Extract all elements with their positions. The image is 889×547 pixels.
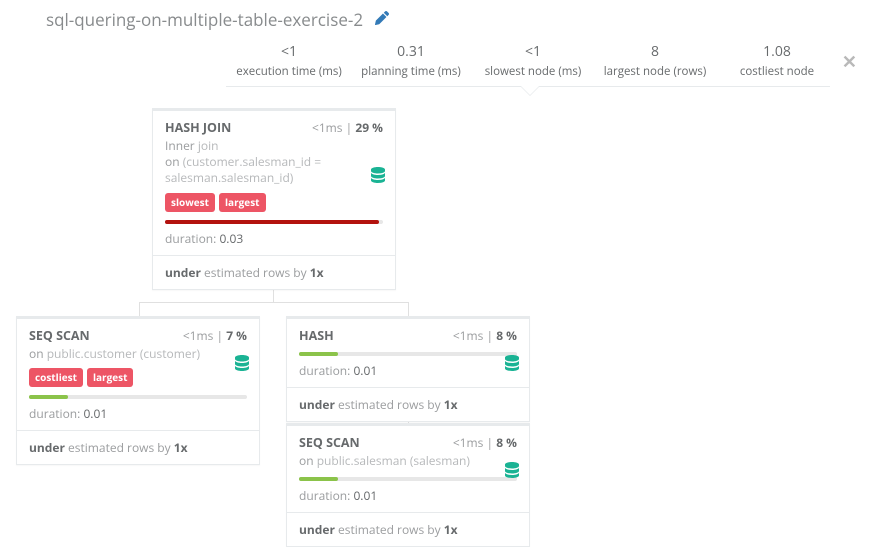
node-duration: duration: 0.01 xyxy=(287,481,529,512)
stat-slowest-node: <1 slowest node (ms) xyxy=(472,42,594,79)
node-estimation: under estimated rows by 1x xyxy=(17,430,259,464)
node-name: SEQ SCAN xyxy=(29,327,90,344)
node-name: SEQ SCAN xyxy=(299,434,360,451)
node-tags: slowest largest xyxy=(153,187,395,212)
node-estimation: under estimated rows by 1x xyxy=(153,255,395,289)
edit-icon[interactable] xyxy=(375,10,389,30)
plan-node-seqscan-salesman[interactable]: SEQ SCAN <1ms | 8 % on public.salesman (… xyxy=(286,423,530,547)
node-tags: costliest largest xyxy=(17,362,259,387)
connector xyxy=(408,302,409,316)
duration-bar xyxy=(287,344,529,356)
node-duration: duration: 0.01 xyxy=(287,356,529,387)
node-subtext: on public.customer (customer) xyxy=(17,344,259,362)
node-duration: duration: 0.01 xyxy=(17,399,259,430)
tag: costliest xyxy=(29,368,83,387)
node-meta: <1ms | 8 % xyxy=(453,327,517,344)
database-icon[interactable] xyxy=(371,167,385,185)
node-meta: <1ms | 29 % xyxy=(312,119,383,136)
node-estimation: under estimated rows by 1x xyxy=(287,387,529,421)
node-estimation: under estimated rows by 1x xyxy=(287,512,529,546)
connector xyxy=(139,302,140,316)
tag: slowest xyxy=(165,193,215,212)
stat-largest-node: 8 largest node (rows) xyxy=(594,42,716,79)
node-meta: <1ms | 8 % xyxy=(453,434,517,451)
database-icon[interactable] xyxy=(505,462,519,480)
duration-bar xyxy=(17,387,259,399)
tag: largest xyxy=(87,368,134,387)
node-subtext: Inner join on (customer.salesman_id = sa… xyxy=(153,136,395,187)
caret-down-icon xyxy=(520,86,540,96)
stats-row: <1 execution time (ms) 0.31 planning tim… xyxy=(228,42,846,79)
connector xyxy=(139,302,409,303)
database-icon[interactable] xyxy=(505,355,519,373)
duration-bar xyxy=(287,469,529,481)
node-duration: duration: 0.03 xyxy=(153,224,395,255)
plan-node-hash-join[interactable]: HASH JOIN <1ms | 29 % Inner join on (cus… xyxy=(152,108,396,290)
plan-node-seqscan-customer[interactable]: SEQ SCAN <1ms | 7 % on public.customer (… xyxy=(16,316,260,465)
node-subtext: on public.salesman (salesman) xyxy=(287,451,529,469)
duration-bar xyxy=(153,212,395,224)
tag: largest xyxy=(219,193,266,212)
node-name: HASH JOIN xyxy=(165,119,231,136)
close-icon[interactable]: ✕ xyxy=(842,50,857,74)
stat-planning-time: 0.31 planning time (ms) xyxy=(350,42,472,79)
node-name: HASH xyxy=(299,327,334,344)
database-icon[interactable] xyxy=(235,355,249,373)
node-meta: <1ms | 7 % xyxy=(183,327,247,344)
stat-execution-time: <1 execution time (ms) xyxy=(228,42,350,79)
stat-costliest-node: 1.08 costliest node xyxy=(716,42,838,79)
connector xyxy=(273,288,274,302)
plan-node-hash[interactable]: HASH <1ms | 8 % duration: 0.01 under est… xyxy=(286,316,530,422)
page-title: sql-quering-on-multiple-table-exercise-2 xyxy=(46,8,363,31)
